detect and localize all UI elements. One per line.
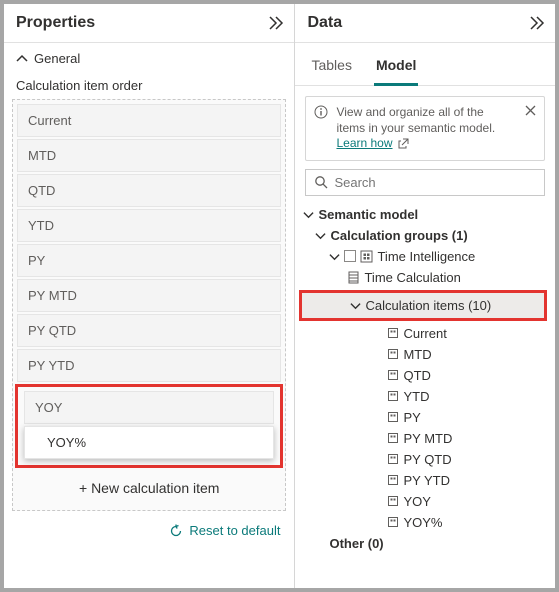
chevron-up-icon xyxy=(16,53,28,65)
collapse-right-icon[interactable] xyxy=(529,16,545,30)
calc-item-icon xyxy=(387,453,399,465)
reset-to-default-button[interactable]: Reset to default xyxy=(4,511,294,550)
order-item-dragging[interactable]: YOY% xyxy=(24,426,274,459)
order-item[interactable]: PY xyxy=(17,244,281,277)
data-title: Data xyxy=(307,14,342,32)
tree-leaf[interactable]: PY YTD xyxy=(299,470,551,491)
tree-leaf[interactable]: PY MTD xyxy=(299,428,551,449)
calc-group-icon xyxy=(360,250,373,263)
tree-leaf[interactable]: YOY% xyxy=(299,512,551,533)
tab-tables[interactable]: Tables xyxy=(309,47,353,85)
order-item[interactable]: QTD xyxy=(17,174,281,207)
tree-time-intelligence[interactable]: Time Intelligence xyxy=(299,246,551,267)
data-tabs: Tables Model xyxy=(295,47,555,86)
general-section-toggle[interactable]: General xyxy=(4,43,294,74)
tree-leaf[interactable]: Current xyxy=(299,323,551,344)
data-pane: Data Tables Model View and organize all … xyxy=(295,4,555,588)
calc-item-icon xyxy=(387,474,399,486)
collapse-right-icon[interactable] xyxy=(268,16,284,30)
external-link-icon xyxy=(398,138,409,149)
general-label: General xyxy=(34,51,80,66)
order-item[interactable]: PY YTD xyxy=(17,349,281,382)
calc-item-icon xyxy=(387,432,399,444)
reset-icon xyxy=(169,524,183,538)
order-item[interactable]: MTD xyxy=(17,139,281,172)
new-calculation-item-button[interactable]: + New calculation item xyxy=(17,470,281,506)
tree-calculation-items[interactable]: Calculation items (10) xyxy=(302,293,544,318)
chevron-down-icon xyxy=(329,251,340,262)
calc-item-icon xyxy=(387,411,399,423)
calc-item-icon xyxy=(387,516,399,528)
data-header: Data xyxy=(295,4,555,43)
info-bar: View and organize all of the items in yo… xyxy=(305,96,545,161)
column-icon xyxy=(347,271,360,284)
tree-leaf[interactable]: MTD xyxy=(299,344,551,365)
model-tree: Semantic model Calculation groups (1) Ti… xyxy=(295,204,555,554)
tree-leaf[interactable]: PY QTD xyxy=(299,449,551,470)
close-icon[interactable] xyxy=(523,105,538,119)
order-item[interactable]: Current xyxy=(17,104,281,137)
chevron-down-icon xyxy=(350,300,361,311)
calc-item-icon xyxy=(387,369,399,381)
info-text: View and organize all of the items in yo… xyxy=(336,105,515,152)
calc-order-label: Calculation item order xyxy=(4,74,294,99)
drag-highlight: YOY YOY% xyxy=(15,384,283,468)
reset-label: Reset to default xyxy=(189,523,280,538)
calc-item-icon xyxy=(387,348,399,360)
tab-model[interactable]: Model xyxy=(374,47,418,85)
calculation-item-order-list: Current MTD QTD YTD PY PY MTD PY QTD PY … xyxy=(12,99,286,511)
properties-pane: Properties General Calculation item orde… xyxy=(4,4,295,588)
chevron-down-icon xyxy=(303,209,314,220)
order-item[interactable]: PY QTD xyxy=(17,314,281,347)
checkbox[interactable] xyxy=(344,250,356,262)
learn-how-link[interactable]: Learn how xyxy=(336,136,392,150)
order-item[interactable]: PY MTD xyxy=(17,279,281,312)
tree-leaf[interactable]: YTD xyxy=(299,386,551,407)
search-box[interactable] xyxy=(305,169,545,196)
tree-other[interactable]: Other (0) xyxy=(299,533,551,554)
tree-time-calculation[interactable]: Time Calculation xyxy=(299,267,551,288)
tree-calc-groups[interactable]: Calculation groups (1) xyxy=(299,225,551,246)
calc-item-icon xyxy=(387,327,399,339)
calc-item-icon xyxy=(387,390,399,402)
info-icon xyxy=(314,105,328,119)
order-item[interactable]: YTD xyxy=(17,209,281,242)
tree-leaf[interactable]: QTD xyxy=(299,365,551,386)
properties-title: Properties xyxy=(16,14,95,32)
tree-leaf[interactable]: YOY xyxy=(299,491,551,512)
search-input[interactable] xyxy=(334,175,536,190)
tree-selection-highlight: Calculation items (10) xyxy=(299,290,547,321)
search-icon xyxy=(314,175,328,189)
tree-semantic-model[interactable]: Semantic model xyxy=(299,204,551,225)
properties-header: Properties xyxy=(4,4,294,43)
tree-leaf[interactable]: PY xyxy=(299,407,551,428)
chevron-down-icon xyxy=(315,230,326,241)
calc-item-icon xyxy=(387,495,399,507)
order-item[interactable]: YOY xyxy=(24,391,274,424)
